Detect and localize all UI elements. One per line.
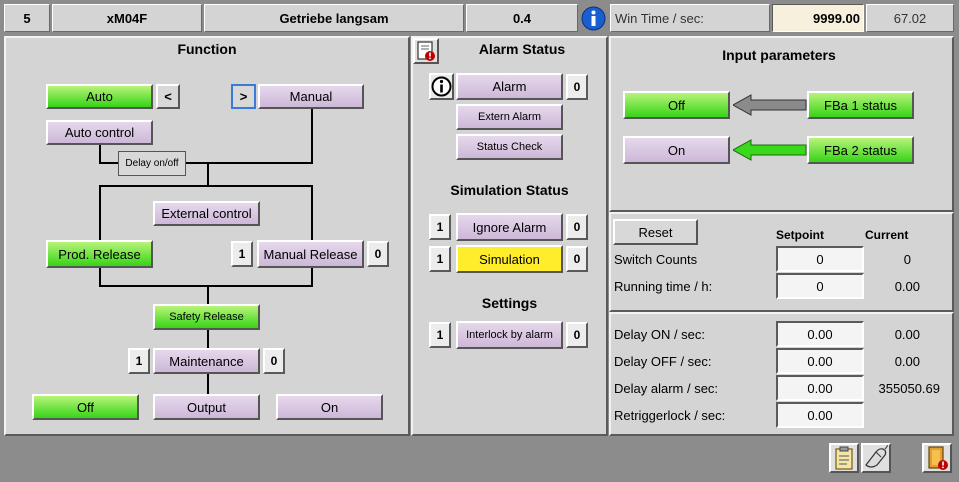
output-on-button[interactable]: On — [276, 394, 383, 420]
interlock-by-alarm-button[interactable]: Interlock by alarm — [456, 321, 563, 349]
current-header: Current — [865, 228, 909, 242]
interlock-set-1[interactable]: 1 — [429, 322, 451, 348]
alarm-button[interactable]: Alarm — [456, 73, 563, 100]
setpoint-header: Setpoint — [776, 228, 824, 242]
ignore-alarm-button[interactable]: Ignore Alarm — [456, 213, 563, 241]
delay-on-setpoint[interactable]: 0.00 — [776, 321, 864, 347]
connector — [99, 144, 101, 162]
simulation-set-0[interactable]: 0 — [566, 246, 588, 272]
module-value: 0.4 — [466, 4, 578, 32]
auto-control-button[interactable]: Auto control — [46, 120, 153, 145]
ignore-alarm-set-1[interactable]: 1 — [429, 214, 451, 240]
auto-button[interactable]: Auto — [46, 84, 153, 109]
retriggerlock-setpoint[interactable]: 0.00 — [776, 402, 864, 428]
ignore-alarm-set-0[interactable]: 0 — [566, 214, 588, 240]
output-off-button[interactable]: Off — [32, 394, 139, 420]
right-arrow-button[interactable]: > — [231, 84, 256, 109]
running-time-setpoint[interactable]: 0 — [776, 273, 864, 299]
fba1-status-label: FBa 1 status — [807, 91, 914, 119]
delay-off-setpoint[interactable]: 0.00 — [776, 348, 864, 374]
alarm-book-button[interactable] — [413, 38, 439, 64]
clipboard-icon — [835, 446, 853, 470]
reset-button[interactable]: Reset — [613, 219, 698, 245]
settings-title: Settings — [481, 295, 538, 311]
safety-release-button[interactable]: Safety Release — [153, 304, 260, 330]
delay-off-label: Delay OFF / sec: — [614, 354, 712, 369]
exit-door-icon — [928, 446, 948, 470]
alarm-info-button[interactable] — [429, 73, 454, 100]
manual-release-set-0[interactable]: 0 — [367, 241, 389, 267]
win-time-setpoint[interactable]: 9999.00 — [772, 4, 864, 32]
exit-button[interactable] — [922, 443, 952, 473]
win-time-current: 67.02 — [866, 4, 954, 32]
delay-alarm-label: Delay alarm / sec: — [614, 381, 719, 396]
delay-onoff-box: Delay on/off — [118, 151, 186, 176]
win-time-label: Win Time / sec: — [610, 4, 770, 32]
mouse-icon — [865, 444, 888, 468]
clipboard-button[interactable] — [829, 443, 859, 473]
connector — [207, 163, 209, 185]
connector — [186, 162, 312, 164]
input-parameters-title: Input parameters — [722, 47, 836, 63]
maintenance-button[interactable]: Maintenance — [153, 348, 260, 374]
retriggerlock-label: Retriggerlock / sec: — [614, 408, 726, 423]
delay-on-label: Delay ON / sec: — [614, 327, 706, 342]
module-name: xM04F — [52, 4, 202, 32]
function-title: Function — [177, 41, 237, 57]
info-icon — [431, 76, 452, 97]
connector — [99, 185, 101, 241]
fba2-status-label: FBa 2 status — [807, 136, 914, 164]
info-icon — [581, 6, 606, 31]
connector — [311, 185, 313, 241]
mouse-button[interactable] — [861, 443, 891, 473]
delay-alarm-current: 355050.69 — [878, 381, 940, 396]
connector — [207, 330, 209, 348]
output-button[interactable]: Output — [153, 394, 260, 420]
connector — [207, 374, 209, 394]
maintenance-set-1[interactable]: 1 — [128, 348, 150, 374]
simulation-status-title: Simulation Status — [450, 182, 569, 198]
manual-button[interactable]: Manual — [258, 84, 364, 109]
alarm-status-title: Alarm Status — [478, 41, 566, 57]
external-control-button[interactable]: External control — [153, 201, 260, 226]
delay-alarm-setpoint[interactable]: 0.00 — [776, 375, 864, 401]
connector — [99, 268, 101, 286]
module-id: 5 — [4, 4, 50, 32]
simulation-set-1[interactable]: 1 — [429, 246, 451, 272]
prod-release-button[interactable]: Prod. Release — [46, 240, 153, 268]
simulation-button[interactable]: Simulation — [456, 245, 563, 273]
connector — [99, 285, 313, 287]
manual-release-set-1[interactable]: 1 — [231, 241, 253, 267]
alarm-value: 0 — [566, 74, 588, 100]
switch-counts-current: 0 — [903, 252, 911, 267]
extern-alarm-button[interactable]: Extern Alarm — [456, 104, 563, 130]
connector — [99, 185, 313, 187]
status-check-button[interactable]: Status Check — [456, 134, 563, 160]
left-arrow-button[interactable]: < — [156, 84, 180, 109]
info-button[interactable] — [581, 6, 606, 31]
arrow-left-gray-icon — [733, 94, 807, 116]
arrow-left-green-icon — [733, 139, 807, 161]
manual-release-button[interactable]: Manual Release — [257, 240, 364, 268]
delay-off-current: 0.00 — [894, 354, 920, 369]
fba1-state: Off — [623, 91, 730, 119]
module-description: Getriebe langsam — [204, 4, 464, 32]
running-time-label: Running time / h: — [614, 279, 713, 294]
alarm-book-icon — [417, 41, 435, 61]
connector — [207, 285, 209, 305]
fba2-state: On — [623, 136, 730, 164]
delay-on-current: 0.00 — [894, 327, 920, 342]
interlock-set-0[interactable]: 0 — [566, 322, 588, 348]
switch-counts-label: Switch Counts — [614, 252, 698, 267]
connector — [311, 108, 313, 164]
maintenance-set-0[interactable]: 0 — [263, 348, 285, 374]
connector — [99, 162, 119, 164]
running-time-current: 0.00 — [894, 279, 920, 294]
connector — [311, 268, 313, 286]
